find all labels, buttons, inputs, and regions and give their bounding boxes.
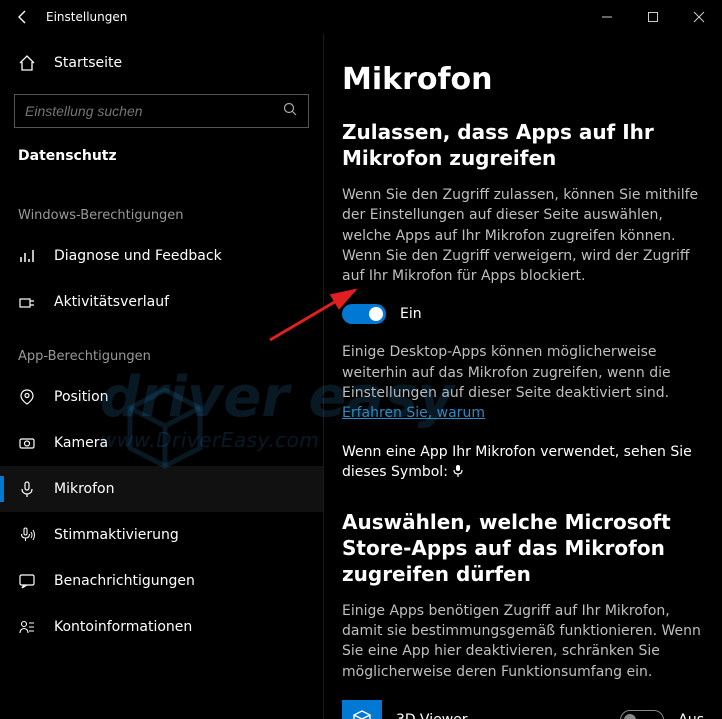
group-app-permissions: App-Berechtigungen: [0, 325, 323, 374]
sidebar: Startseite Datenschutz Windows-Berechtig…: [0, 34, 324, 719]
window-title: Einstellungen: [46, 10, 127, 24]
sidebar-item-label: Mikrofon: [54, 481, 114, 497]
back-button[interactable]: [0, 0, 46, 34]
sidebar-item-account-info[interactable]: Kontoinformationen: [0, 604, 323, 650]
home-icon: [18, 54, 36, 72]
desktop-apps-note: Einige Desktop-Apps können möglicherweis…: [342, 342, 704, 423]
search-icon: [282, 101, 298, 121]
sidebar-item-label: Diagnose und Feedback: [54, 248, 222, 264]
section-description-store-apps: Einige Apps benötigen Zugriff auf Ihr Mi…: [342, 601, 704, 682]
microphone-icon: [18, 480, 36, 498]
sidebar-item-label: Kontoinformationen: [54, 619, 192, 635]
sidebar-item-label: Kamera: [54, 435, 108, 451]
microphone-inuse-icon: [452, 465, 464, 480]
allow-apps-toggle-label: Ein: [400, 306, 422, 322]
home-link[interactable]: Startseite: [0, 44, 323, 82]
section-heading-allow-apps: Zulassen, dass Apps auf Ihr Mikrofon zug…: [342, 119, 704, 171]
sidebar-item-label: Aktivitätsverlauf: [54, 294, 169, 310]
search-box[interactable]: [14, 94, 309, 128]
category-heading: Datenschutz: [0, 144, 323, 184]
account-info-icon: [18, 618, 36, 636]
page-title: Mikrofon: [342, 62, 704, 97]
minimize-button[interactable]: [584, 0, 630, 34]
learn-why-link[interactable]: Erfahren Sie, warum: [342, 405, 485, 421]
voice-activation-icon: [18, 526, 36, 544]
allow-apps-toggle[interactable]: [342, 304, 386, 324]
notifications-icon: [18, 572, 36, 590]
close-button[interactable]: [676, 0, 722, 34]
home-label: Startseite: [54, 55, 122, 71]
camera-icon: [18, 434, 36, 452]
in-use-note: Wenn eine App Ihr Mikrofon verwendet, se…: [342, 442, 704, 483]
sidebar-item-location[interactable]: Position: [0, 374, 323, 420]
sidebar-item-diagnostics[interactable]: Diagnose und Feedback: [0, 233, 323, 279]
search-input[interactable]: [25, 103, 282, 119]
app-row-3d-viewer: 3D-Viewer Aus: [342, 700, 704, 719]
app-toggle-label: Aus: [678, 712, 704, 719]
main-panel: Mikrofon Zulassen, dass Apps auf Ihr Mik…: [324, 34, 722, 719]
sidebar-item-notifications[interactable]: Benachrichtigungen: [0, 558, 323, 604]
group-windows-permissions: Windows-Berechtigungen: [0, 184, 323, 233]
diagnostics-icon: [18, 247, 36, 265]
sidebar-item-camera[interactable]: Kamera: [0, 420, 323, 466]
app-toggle-3d-viewer[interactable]: [620, 710, 664, 719]
section-heading-store-apps: Auswählen, welche Microsoft Store-Apps a…: [342, 509, 704, 587]
sidebar-item-label: Benachrichtigungen: [54, 573, 195, 589]
location-icon: [18, 388, 36, 406]
sidebar-item-label: Stimmaktivierung: [54, 527, 179, 543]
sidebar-item-activity-history[interactable]: Aktivitätsverlauf: [0, 279, 323, 325]
section-description-allow-apps: Wenn Sie den Zugriff zulassen, können Si…: [342, 185, 704, 286]
sidebar-item-label: Position: [54, 389, 109, 405]
sidebar-item-microphone[interactable]: Mikrofon: [0, 466, 323, 512]
app-name: 3D-Viewer: [396, 712, 606, 719]
maximize-button[interactable]: [630, 0, 676, 34]
titlebar: Einstellungen: [0, 0, 722, 34]
activity-icon: [18, 293, 36, 311]
app-icon-3d-viewer: [342, 700, 382, 719]
sidebar-item-voice-activation[interactable]: Stimmaktivierung: [0, 512, 323, 558]
